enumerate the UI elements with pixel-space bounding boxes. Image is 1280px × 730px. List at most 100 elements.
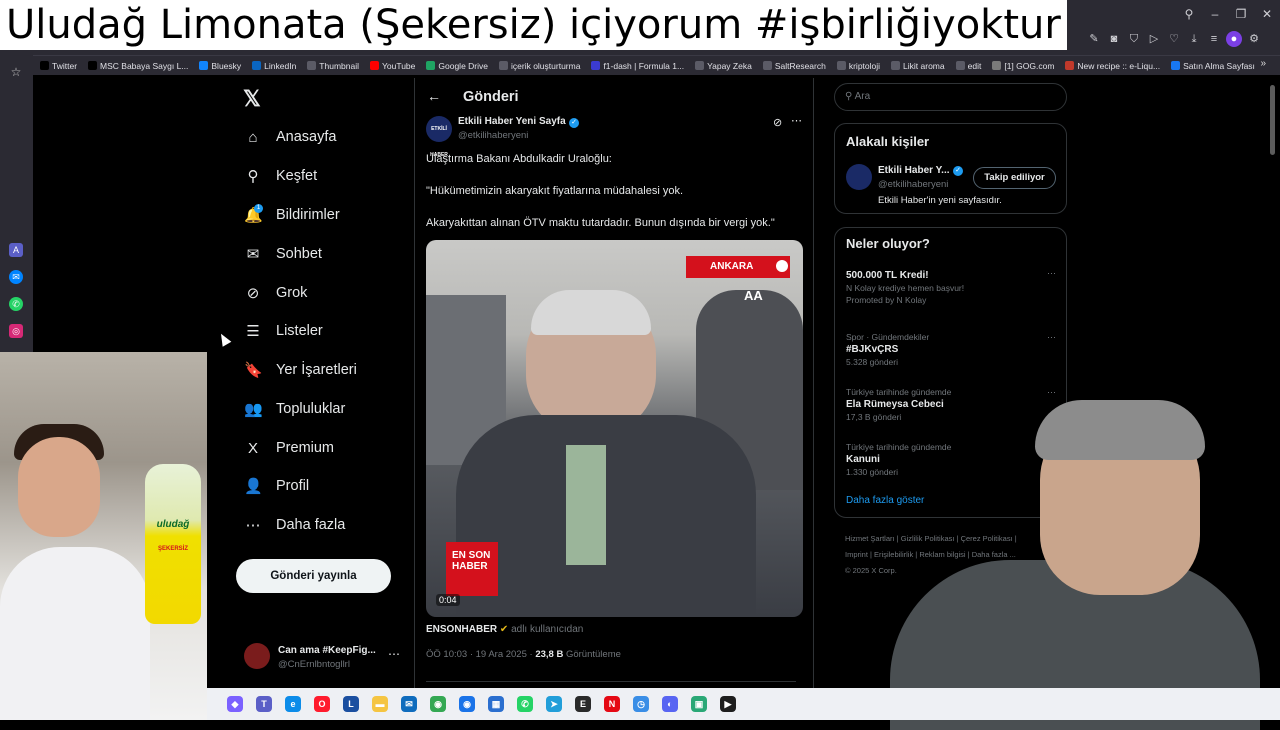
- bookmark-label: New recipe :: e-Liqu...: [1077, 60, 1161, 71]
- shield-icon[interactable]: ⛉: [1126, 31, 1142, 47]
- taskbar-app[interactable]: e: [281, 692, 305, 716]
- bookmark-item[interactable]: içerik oluşturturma: [499, 61, 580, 71]
- account-switcher[interactable]: Can ama #KeepFig... @CnErnlbntogllrl ⋯: [244, 643, 404, 675]
- taskbar-app[interactable]: ▦: [484, 692, 508, 716]
- taskbar-app[interactable]: E: [571, 692, 595, 716]
- trend-count: N Kolay krediye hemen başvur!: [846, 283, 965, 293]
- post-author-name[interactable]: Etkili Haber Yeni Sayfa: [458, 116, 566, 127]
- more-icon[interactable]: ⋯: [1047, 387, 1056, 398]
- camera-icon[interactable]: ◙: [1106, 31, 1122, 47]
- more-icon[interactable]: ⋯: [388, 647, 400, 661]
- person-shirt: [0, 547, 150, 720]
- nav-item[interactable]: ☰ Listeler: [244, 316, 322, 346]
- related-name[interactable]: Etkili Haber Y...: [878, 165, 950, 176]
- grok-icon[interactable]: ⊘: [773, 116, 782, 129]
- nav-item[interactable]: 🔖 Yer İşaretleri: [244, 355, 357, 385]
- bookmark-icon: 🔖: [244, 362, 263, 379]
- bookmark-item[interactable]: Yapay Zeka: [695, 61, 752, 71]
- edit-icon[interactable]: ✎: [1086, 31, 1102, 47]
- taskbar-app[interactable]: ✉: [397, 692, 421, 716]
- close-icon[interactable]: ✕: [1254, 7, 1280, 21]
- taskbar-app[interactable]: ➤: [542, 692, 566, 716]
- x-logo-icon[interactable]: 𝕏: [243, 86, 261, 112]
- settings-icon[interactable]: ⚙: [1246, 31, 1262, 47]
- taskbar-app[interactable]: ✆: [513, 692, 537, 716]
- page-scrollbar[interactable]: [1270, 85, 1275, 155]
- bookmark-item[interactable]: Likit aroma: [891, 61, 945, 71]
- nav-label: Anasayfa: [276, 129, 337, 145]
- play-icon[interactable]: ▷: [1146, 31, 1162, 47]
- nav-item[interactable]: ⚲ Keşfet: [244, 161, 318, 191]
- more-icon[interactable]: ⋯: [1047, 268, 1056, 279]
- trend-item[interactable]: Spor · Gündemdekiler #BJKvÇRS 5.328 gönder…: [846, 332, 1056, 367]
- following-button[interactable]: Takip ediliyor: [973, 167, 1056, 189]
- bookmark-item[interactable]: Google Drive: [426, 61, 488, 71]
- list-icon: ☰: [246, 323, 260, 340]
- bookmarks-overflow-icon[interactable]: »: [1260, 58, 1266, 69]
- bookmark-item[interactable]: Satın Alma Sayfası: [1171, 61, 1255, 71]
- more-icon[interactable]: ⋯: [791, 114, 802, 127]
- taskbar-app[interactable]: ▬: [368, 692, 392, 716]
- minimize-icon[interactable]: –: [1202, 7, 1228, 21]
- more-icon[interactable]: ⋯: [1047, 332, 1056, 343]
- bookmark-item[interactable]: YouTube: [369, 61, 415, 71]
- bookmark-item[interactable]: LinkedIn: [252, 61, 296, 71]
- bookmark-item[interactable]: edit: [955, 61, 981, 71]
- taskbar-app[interactable]: T: [252, 692, 276, 716]
- bookmark-item[interactable]: Twitter: [40, 61, 77, 71]
- taskbar-app[interactable]: ◉: [455, 692, 479, 716]
- taskbar-app[interactable]: N: [600, 692, 624, 716]
- x-icon: X: [247, 439, 258, 457]
- bookmark-label: Likit aroma: [903, 60, 945, 71]
- search-input[interactable]: ⚲ Ara: [834, 83, 1067, 111]
- bookmark-item[interactable]: kriptoloji: [836, 61, 880, 71]
- nav-item[interactable]: ⌂ Anasayfa: [244, 122, 336, 152]
- post-author-avatar[interactable]: ETKİLİ HABER: [426, 116, 452, 158]
- account-name: Can ama #KeepFig...: [278, 645, 376, 656]
- aria-icon[interactable]: A: [9, 243, 23, 257]
- nav-item[interactable]: ✉ Sohbet: [244, 239, 322, 269]
- messenger-icon[interactable]: ✉: [9, 270, 23, 284]
- search-icon[interactable]: ⚲: [1176, 7, 1202, 21]
- bookmark-item[interactable]: MSC Babaya Saygı L...: [88, 61, 188, 71]
- post-author-handle[interactable]: @etkilihaberyeni: [458, 130, 528, 141]
- download-icon[interactable]: ⤓: [1186, 31, 1202, 47]
- whatsapp-icon[interactable]: ✆: [9, 297, 23, 311]
- post-source[interactable]: ENSONHABER ✔ adlı kullanıcıdan: [426, 624, 583, 635]
- taskbar-app[interactable]: ◆: [223, 692, 247, 716]
- bookmark-item[interactable]: SaltResearch: [762, 61, 826, 71]
- taskbar-app[interactable]: ◐: [658, 692, 682, 716]
- menu-icon[interactable]: ≡: [1206, 31, 1222, 47]
- taskbar-app[interactable]: O: [310, 692, 334, 716]
- bookmark-item[interactable]: Thumbnail: [307, 61, 359, 71]
- bookmark-item[interactable]: f1-dash | Formula 1...: [591, 61, 684, 71]
- person-face: [18, 437, 100, 537]
- bookmark-label: Thumbnail: [319, 60, 359, 71]
- video-player[interactable]: ANKARA AA EN SON HABER 0:04: [426, 240, 803, 617]
- taskbar-app[interactable]: ◷: [629, 692, 653, 716]
- chrome-dev-icon: ◉: [459, 696, 475, 712]
- instagram-icon[interactable]: ◎: [9, 324, 23, 338]
- nav-item[interactable]: 👥 Topluluklar: [244, 394, 345, 424]
- profile-icon[interactable]: ●: [1226, 31, 1242, 47]
- back-arrow-icon[interactable]: ←: [427, 88, 441, 104]
- view-count: 23,8 B: [535, 649, 564, 660]
- nav-item[interactable]: ⋯ Daha fazla: [244, 510, 346, 540]
- taskbar-app[interactable]: ▣: [687, 692, 711, 716]
- bookmark-item[interactable]: New recipe :: e-Liqu...: [1065, 61, 1160, 71]
- heart-icon[interactable]: ♡: [1166, 31, 1182, 47]
- nav-item[interactable]: ⊘ Grok: [244, 278, 308, 308]
- post-button[interactable]: Gönderi yayınla: [236, 559, 391, 593]
- trend-item[interactable]: 500.000 TL Kredi! N Kolay krediye hemen b…: [846, 268, 1056, 305]
- nav-item[interactable]: X Premium: [244, 433, 334, 463]
- bookmark-item[interactable]: Bluesky: [199, 61, 241, 71]
- taskbar-app[interactable]: L: [339, 692, 363, 716]
- related-handle[interactable]: @etkilihaberyeni: [878, 179, 948, 190]
- taskbar-app[interactable]: ▶: [716, 692, 740, 716]
- taskbar-app[interactable]: ◉: [426, 692, 450, 716]
- bookmark-item[interactable]: [1] GOG.com: [992, 61, 1054, 71]
- star-icon[interactable]: ☆: [9, 65, 23, 79]
- nav-item[interactable]: 👤 Profil: [244, 471, 309, 501]
- avatar[interactable]: [846, 164, 872, 190]
- restore-icon[interactable]: ❐: [1228, 7, 1254, 21]
